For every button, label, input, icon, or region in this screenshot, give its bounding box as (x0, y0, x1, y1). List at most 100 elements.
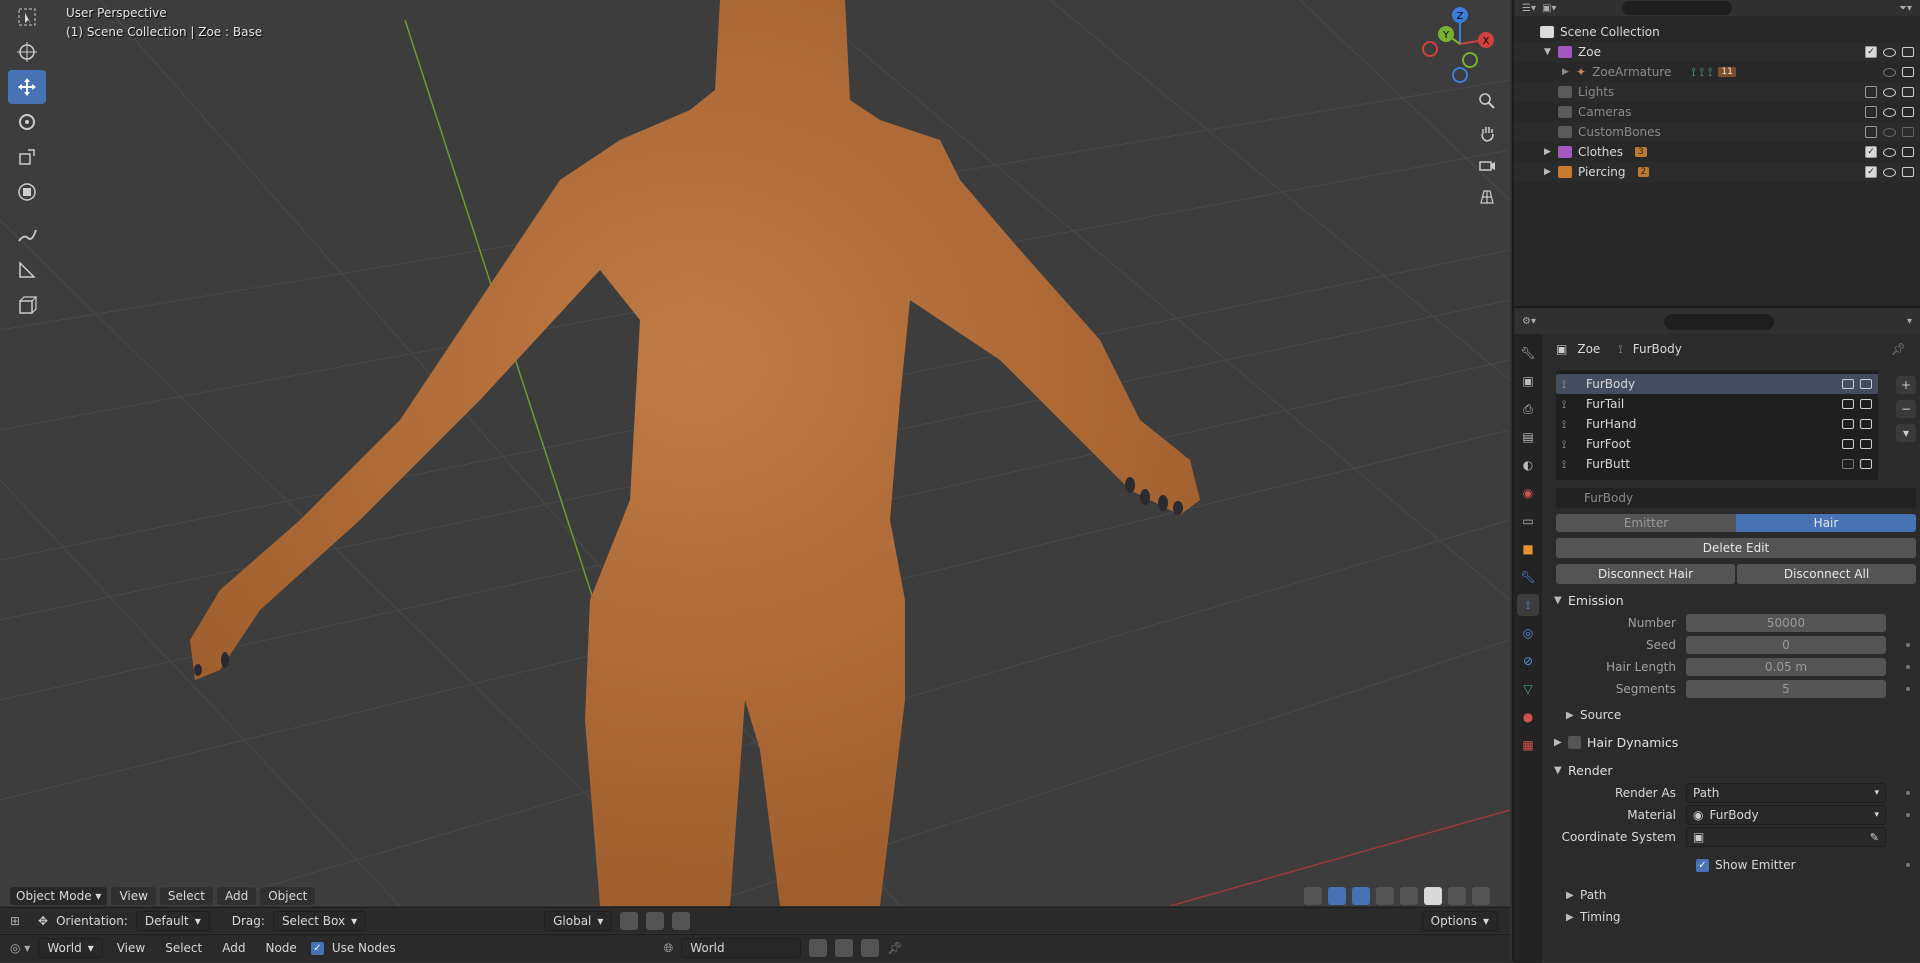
show-emitter-checkbox[interactable]: ✓ (1696, 858, 1709, 872)
render-camera-icon[interactable] (1860, 399, 1872, 409)
gizmo-toggle-icon[interactable] (1328, 887, 1346, 905)
render-camera-icon[interactable] (1860, 439, 1872, 449)
menu-add[interactable]: Add (216, 887, 257, 905)
menu-select[interactable]: Select (159, 887, 213, 905)
expand-arrow-icon[interactable]: ▶ (1562, 67, 1576, 77)
outliner-search-input[interactable] (1622, 1, 1733, 15)
solid-shading-icon[interactable] (1424, 887, 1442, 905)
world-datablock-field[interactable]: World (681, 938, 802, 958)
pin-icon[interactable]: 📌︎ (887, 941, 902, 955)
perspective-toggle-icon[interactable] (1474, 184, 1500, 210)
hair-type-button[interactable]: Hair (1736, 514, 1916, 532)
viewport-display-icon[interactable] (1842, 379, 1854, 389)
eye-icon[interactable] (1883, 47, 1896, 57)
physics-tab-icon[interactable]: ◎ (1517, 622, 1539, 644)
keyframe-dot-icon[interactable] (1906, 665, 1910, 669)
particle-settings-field[interactable]: FurBody (1556, 488, 1916, 508)
delete-edit-button[interactable]: Delete Edit (1556, 538, 1916, 558)
rendered-shading-icon[interactable] (1472, 887, 1490, 905)
coordinate-system-field[interactable]: ▣ ✎ (1686, 827, 1886, 847)
cursor-tool[interactable] (8, 35, 46, 69)
world-tab-icon[interactable]: ◉ (1517, 482, 1539, 504)
include-checkbox[interactable] (1865, 86, 1877, 98)
options-dropdown[interactable]: Options ▾ (1421, 910, 1498, 931)
menu-object[interactable]: Object (260, 887, 316, 905)
orientation-dropdown[interactable]: Default ▾ (135, 910, 210, 931)
world-type-dropdown[interactable]: World ▾ (38, 938, 103, 958)
output-tab-icon[interactable]: ⎙ (1517, 398, 1539, 420)
disconnect-hair-button[interactable]: Disconnect Hair (1556, 564, 1735, 584)
keyframe-dot-icon[interactable] (1906, 643, 1910, 647)
select-tool[interactable] (8, 0, 46, 34)
eye-icon[interactable] (1883, 167, 1896, 177)
outliner-row-piercing[interactable]: ▶ Piercing 2 ✓ (1514, 162, 1920, 182)
constraints-tab-icon[interactable]: ⊘ (1517, 650, 1539, 672)
3d-viewport[interactable]: User Perspective (1) Scene Collection | … (0, 0, 1510, 906)
timing-subpanel[interactable]: ▶ Timing (1544, 906, 1920, 928)
emitter-type-button[interactable]: Emitter (1556, 514, 1736, 532)
navigation-gizmo[interactable]: Z X Y (1418, 4, 1502, 84)
render-tab-icon[interactable]: ▣ (1517, 370, 1539, 392)
source-subpanel[interactable]: ▶ Source (1544, 704, 1920, 726)
texture-tab-icon[interactable]: ▦ (1517, 734, 1539, 756)
transform-orientation-dropdown[interactable]: Global ▾ (544, 910, 613, 931)
list-item[interactable]: ⟟ FurFoot (1556, 434, 1878, 454)
keyframe-dot-icon[interactable] (1906, 813, 1910, 817)
pan-hand-icon[interactable] (1474, 120, 1500, 146)
material-tab-icon[interactable]: ● (1517, 706, 1539, 728)
properties-options-icon[interactable]: ▾ (1907, 316, 1912, 327)
eyedropper-icon[interactable]: ✎ (1870, 831, 1879, 844)
viewport-display-icon[interactable] (1842, 419, 1854, 429)
render-camera-icon[interactable] (1860, 379, 1872, 389)
transform-tool[interactable] (8, 175, 46, 209)
list-item[interactable]: ⟟ FurBody (1556, 374, 1878, 394)
shader-editor-icon[interactable]: ◎ ▾ (10, 941, 30, 955)
viewport-display-icon[interactable] (1842, 399, 1854, 409)
keyframe-dot-icon[interactable] (1906, 863, 1910, 867)
editor-type-icon[interactable]: ⊞ (10, 914, 30, 928)
use-nodes-checkbox[interactable]: ✓ (310, 941, 324, 955)
object-tab-icon[interactable]: ■ (1517, 538, 1539, 560)
eye-icon[interactable] (1883, 147, 1896, 157)
material-dropdown[interactable]: ◉ FurBody ▾ (1686, 805, 1886, 825)
render-camera-icon[interactable] (1902, 67, 1914, 77)
object-mode-dropdown[interactable]: Object Mode ▾ (10, 887, 108, 905)
seed-field[interactable]: 0 (1686, 636, 1886, 654)
particles-tab-icon[interactable]: ⟟ (1517, 594, 1539, 616)
outliner-row-lights[interactable]: Lights (1514, 82, 1920, 102)
duplicate-icon[interactable] (835, 939, 854, 957)
material-shading-icon[interactable] (1448, 887, 1466, 905)
wireframe-shading-icon[interactable] (1400, 887, 1418, 905)
unlink-icon[interactable] (861, 939, 880, 957)
render-panel-header[interactable]: ▼ Render (1544, 758, 1920, 782)
annotate-tool[interactable] (8, 218, 46, 252)
eye-icon[interactable] (1883, 67, 1896, 77)
hair-length-field[interactable]: 0.05 m (1686, 658, 1886, 676)
modifier-tab-icon[interactable]: 🔧︎ (1517, 566, 1539, 588)
expand-arrow-icon[interactable]: ▼ (1544, 47, 1558, 57)
expand-arrow-icon[interactable]: ▶ (1544, 167, 1558, 177)
hair-dynamics-checkbox[interactable] (1568, 735, 1581, 749)
scale-tool[interactable] (8, 140, 46, 174)
add-cube-tool[interactable] (8, 288, 46, 322)
render-camera-icon[interactable] (1902, 47, 1914, 57)
number-field[interactable]: 50000 (1686, 614, 1886, 632)
node-menu-node[interactable]: Node (259, 941, 302, 955)
eye-icon[interactable] (1883, 107, 1896, 117)
remove-particle-system-button[interactable]: − (1896, 400, 1916, 418)
include-checkbox[interactable]: ✓ (1865, 46, 1877, 58)
keyframe-dot-icon[interactable] (1906, 687, 1910, 691)
add-particle-system-button[interactable]: + (1896, 376, 1916, 394)
camera-view-icon[interactable] (1474, 152, 1500, 178)
render-camera-icon[interactable] (1902, 167, 1914, 177)
list-item[interactable]: ⟟ FurHand (1556, 414, 1878, 434)
collection-tab-icon[interactable]: ▭ (1517, 510, 1539, 532)
emission-panel-header[interactable]: ▼ Emission (1544, 588, 1920, 612)
data-tab-icon[interactable]: ▽ (1517, 678, 1539, 700)
snap-icon[interactable] (646, 911, 665, 930)
render-camera-icon[interactable] (1902, 147, 1914, 157)
render-as-dropdown[interactable]: Path ▾ (1686, 783, 1886, 803)
segments-field[interactable]: 5 (1686, 680, 1886, 698)
path-subpanel[interactable]: ▶ Path (1544, 884, 1920, 906)
include-checkbox[interactable]: ✓ (1865, 146, 1877, 158)
